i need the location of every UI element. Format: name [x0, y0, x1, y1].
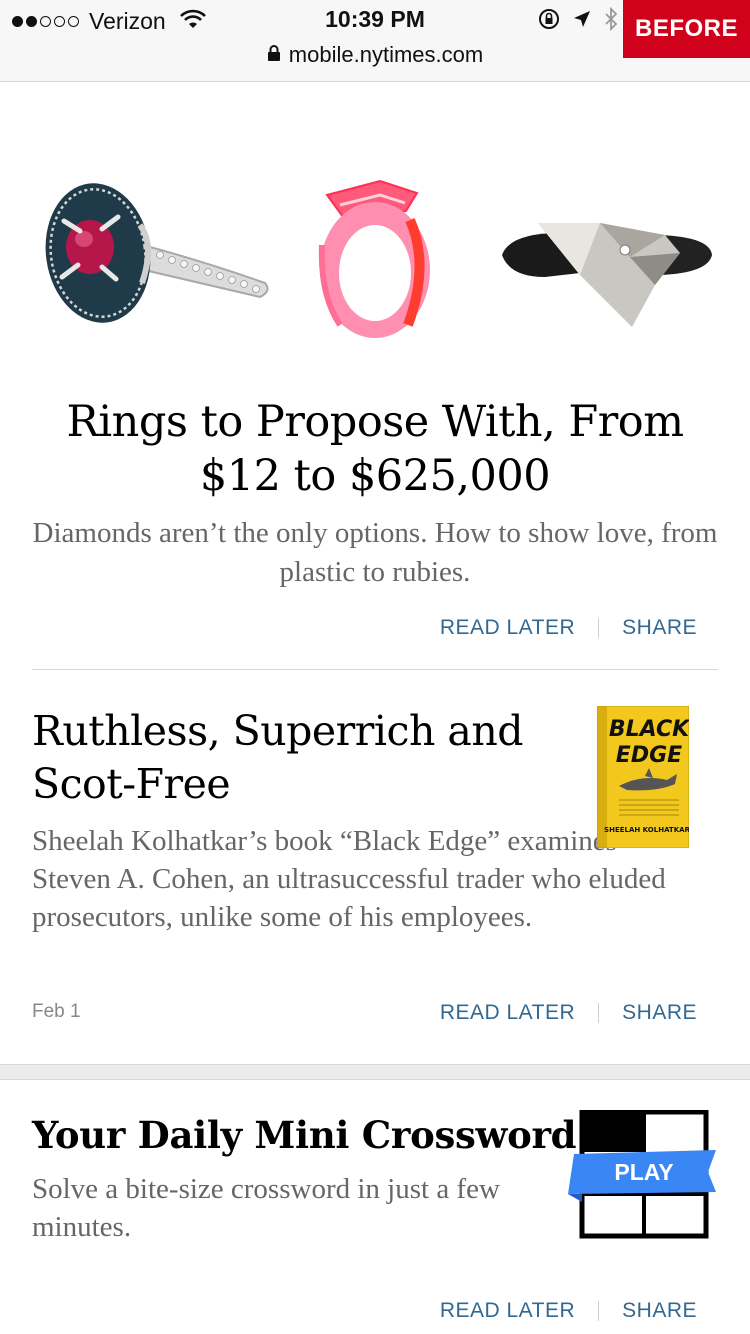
article-divider [32, 669, 718, 670]
play-label: PLAY [614, 1159, 673, 1185]
read-later-button[interactable]: READ LATER [440, 616, 575, 640]
bluetooth-icon [604, 6, 618, 36]
article-date: Feb 1 [32, 1001, 81, 1022]
crossword-play-button[interactable]: PLAY [568, 1109, 718, 1240]
article-headline[interactable]: Rings to Propose With, From $12 to $625,… [32, 395, 718, 503]
share-button[interactable]: SHARE [622, 616, 697, 640]
book-cover-image[interactable]: BLACK EDGE SHEELAH KOLHATKAR [596, 705, 691, 849]
read-later-button[interactable]: READ LATER [440, 1299, 575, 1323]
article-headline[interactable]: Your Daily Mini Crossword [32, 1113, 577, 1157]
article-summary: Solve a bite-size crossword in just a fe… [32, 1173, 500, 1243]
rings-image[interactable] [40, 165, 720, 345]
plastic-ring-image [318, 179, 430, 338]
action-separator [598, 1301, 600, 1321]
share-button[interactable]: SHARE [622, 1001, 697, 1025]
url-text: mobile.nytimes.com [288, 42, 484, 67]
lock-icon [267, 42, 281, 68]
before-badge: BEFORE [623, 0, 750, 58]
silver-ring-image [502, 223, 712, 327]
article-summary: Sheelah Kolhatkar’s book “Black Edge” ex… [32, 825, 666, 933]
book-title-line1: BLACK [609, 717, 689, 742]
article-actions: READ LATER SHARE [440, 616, 697, 640]
section-separator [0, 1064, 750, 1080]
share-button[interactable]: SHARE [622, 1299, 697, 1323]
action-separator [598, 1003, 600, 1023]
read-later-button[interactable]: READ LATER [440, 1001, 575, 1025]
book-title-line2: EDGE [616, 743, 682, 768]
article-headline[interactable]: Ruthless, Superrich and Scot-Free [32, 705, 552, 811]
article-actions: READ LATER SHARE [440, 1001, 697, 1025]
orientation-lock-icon [538, 8, 560, 35]
action-separator [598, 618, 600, 638]
ruby-ring-image [45, 183, 269, 323]
location-icon [572, 9, 592, 34]
article-summary: Diamonds aren’t the only options. How to… [32, 517, 718, 588]
status-icons [538, 6, 618, 36]
book-author: SHEELAH KOLHATKAR [604, 826, 689, 834]
article-actions: READ LATER SHARE [440, 1299, 697, 1323]
